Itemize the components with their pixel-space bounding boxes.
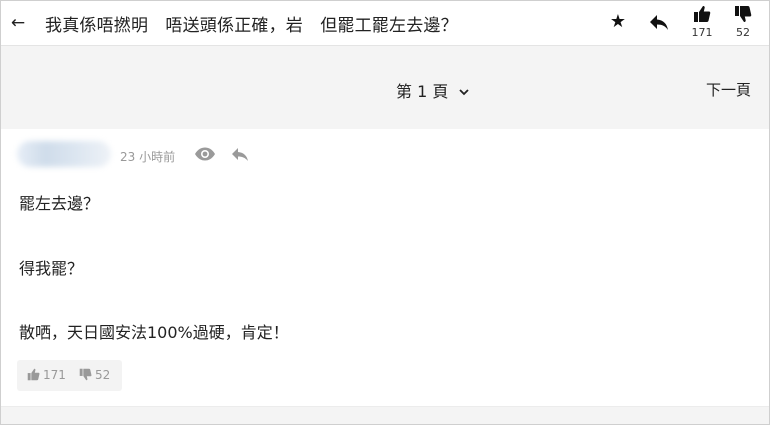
thumb-down-icon — [79, 368, 92, 381]
thumb-up-icon — [694, 6, 711, 22]
pagination-bar: 第 1 頁 下一頁 — [1, 46, 769, 129]
downvote-button[interactable]: 52 — [728, 5, 758, 39]
next-page-link[interactable]: 下一頁 — [706, 79, 751, 100]
arrow-left-icon: ← — [10, 13, 26, 33]
app-window: ← 我真係唔撚明 唔送頭係正確，岩 但罷工罷左去邊？ ★ 171 52 第 1 … — [0, 0, 770, 425]
reply-arrow-icon — [232, 148, 248, 161]
post-upvote-count: 171 — [43, 368, 66, 382]
thumb-up-icon — [27, 368, 40, 381]
post-text-line: 罷左去邊？ — [19, 194, 100, 213]
reply-button[interactable] — [647, 11, 671, 33]
downvote-count: 52 — [736, 26, 750, 39]
chevron-down-icon — [459, 89, 470, 96]
thread-title: 我真係唔撚明 唔送頭係正確，岩 但罷工罷左去邊？ — [45, 16, 458, 36]
post-separator — [1, 406, 769, 424]
eye-icon — [195, 147, 215, 161]
post-card: 23 小時前 罷左去邊？ 得我罷？ 散哂，天日國安法100%過硬，肯定！ 171 — [1, 129, 769, 405]
post-text-line: 散哂，天日國安法100%過硬，肯定！ — [19, 323, 289, 342]
post-upvote-button[interactable]: 171 — [27, 368, 66, 382]
star-icon: ★ — [609, 11, 627, 32]
thread-header: ← 我真係唔撚明 唔送頭係正確，岩 但罷工罷左去邊？ ★ 171 52 — [1, 1, 769, 46]
author-name-blurred — [17, 141, 111, 167]
post-text-line: 得我罷？ — [19, 259, 84, 278]
post-downvote-button[interactable]: 52 — [79, 368, 110, 382]
upvote-count: 171 — [691, 26, 713, 39]
reply-arrow-icon — [650, 15, 668, 30]
view-button[interactable] — [194, 146, 216, 162]
thumb-down-icon — [735, 6, 752, 22]
upvote-button[interactable]: 171 — [687, 5, 717, 39]
post-timestamp: 23 小時前 — [120, 150, 176, 164]
post-vote-box: 171 52 — [17, 360, 122, 391]
back-button[interactable]: ← — [7, 12, 29, 34]
page-selector[interactable]: 第 1 頁 — [396, 78, 470, 102]
post-downvote-count: 52 — [95, 368, 111, 382]
favorite-button[interactable]: ★ — [607, 11, 629, 33]
post-reply-button[interactable] — [230, 146, 250, 162]
page-selector-label: 第 1 頁 — [396, 82, 449, 101]
